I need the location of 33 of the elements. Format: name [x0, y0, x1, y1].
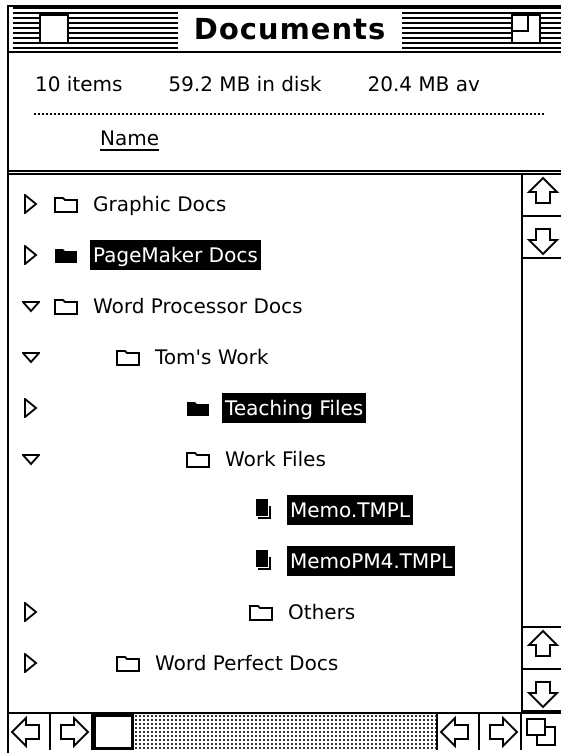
disclosure-triangle-icon[interactable] [22, 602, 40, 622]
folder-name[interactable]: Work Files [222, 444, 329, 474]
disclosure-triangle-icon[interactable] [22, 244, 40, 264]
disclosure-triangle-icon[interactable] [22, 652, 40, 672]
scroll-thumb[interactable] [93, 714, 134, 750]
file-name[interactable]: Memo.TMPL [287, 494, 413, 524]
scroll-left-button[interactable] [438, 714, 480, 750]
file-name[interactable]: MemoPM4.TMPL [287, 546, 456, 576]
close-box[interactable] [39, 14, 69, 44]
folder-name[interactable]: Word Perfect Docs [152, 648, 342, 678]
zoom-box[interactable] [511, 14, 541, 44]
folder-name[interactable]: Tom's Work [152, 342, 272, 372]
scroll-up-button[interactable] [523, 628, 561, 670]
disk-usage: 59.2 MB in disk [168, 71, 322, 98]
folder-icon [54, 296, 78, 314]
name-column-header[interactable]: Name [100, 123, 160, 153]
folder-icon [186, 450, 210, 468]
folder-icon [116, 654, 140, 672]
window-title: Documents [178, 9, 402, 49]
scroll-up-button[interactable] [523, 175, 561, 217]
disclosure-triangle-icon[interactable] [22, 398, 40, 418]
folder-icon [249, 602, 273, 620]
item-count: 10 items [35, 71, 122, 98]
disclosure-triangle-icon[interactable] [22, 194, 40, 214]
folder-icon [54, 194, 78, 212]
folder-name[interactable]: Graphic Docs [90, 188, 230, 218]
scroll-left-button[interactable] [9, 714, 51, 750]
available-space: 20.4 MB av [368, 71, 480, 98]
folder-name[interactable]: Teaching Files [222, 392, 366, 422]
folder-icon [116, 348, 140, 366]
folder-name[interactable]: Word Processor Docs [90, 290, 306, 320]
folder-name[interactable]: Others [285, 596, 358, 626]
folder-name[interactable]: PageMaker Docs [90, 240, 261, 270]
